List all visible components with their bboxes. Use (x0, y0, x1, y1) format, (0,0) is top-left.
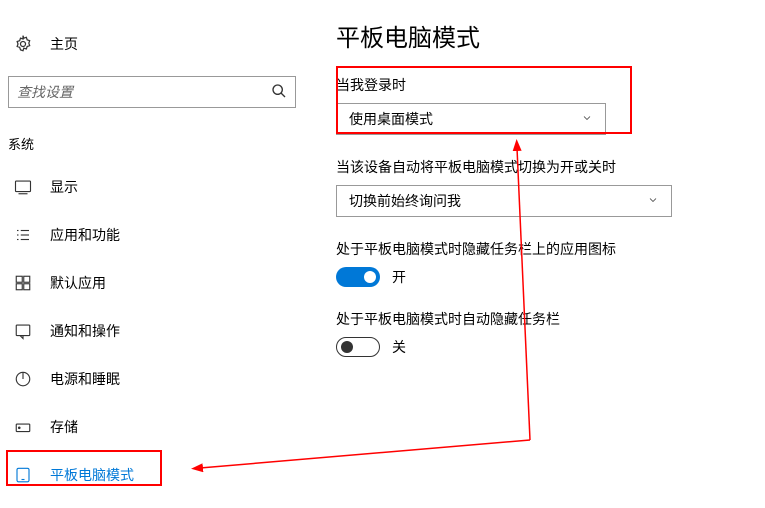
gear-icon (12, 34, 34, 54)
auto-switch-select[interactable]: 切换前始终询问我 (336, 185, 672, 217)
sidebar-item-notifications[interactable]: 通知和操作 (0, 307, 316, 355)
section-label-system: 系统 (0, 126, 316, 163)
sidebar-item-label: 默认应用 (50, 273, 106, 293)
hide-icons-group: 处于平板电脑模式时隐藏任务栏上的应用图标 开 (336, 239, 746, 287)
power-icon (12, 370, 34, 388)
hide-icons-label: 处于平板电脑模式时隐藏任务栏上的应用图标 (336, 239, 746, 259)
sidebar-item-label: 平板电脑模式 (50, 465, 134, 485)
search-icon (271, 83, 287, 102)
sidebar-item-apps[interactable]: 应用和功能 (0, 211, 316, 259)
select-value: 使用桌面模式 (349, 109, 433, 129)
home-label: 主页 (50, 34, 78, 54)
sidebar-item-default-apps[interactable]: 默认应用 (0, 259, 316, 307)
settings-main-panel: 平板电脑模式 当我登录时 使用桌面模式 当该设备自动将平板电脑模式切换为开或关时… (336, 18, 746, 379)
sidebar-item-label: 通知和操作 (50, 321, 120, 341)
storage-icon (12, 418, 34, 436)
hide-taskbar-toggle[interactable] (336, 337, 380, 357)
hide-taskbar-group: 处于平板电脑模式时自动隐藏任务栏 关 (336, 309, 746, 357)
settings-sidebar: 主页 系统 显示 应用和功能 (0, 0, 316, 499)
chevron-down-icon (581, 111, 593, 127)
hide-icons-toggle[interactable] (336, 267, 380, 287)
sidebar-item-label: 存储 (50, 417, 78, 437)
sidebar-item-label: 电源和睡眠 (50, 369, 120, 389)
select-value: 切换前始终询问我 (349, 191, 461, 211)
grid-icon (12, 274, 34, 292)
signin-behavior-group: 当我登录时 使用桌面模式 (336, 75, 746, 135)
home-nav-item[interactable]: 主页 (0, 24, 316, 64)
sidebar-item-storage[interactable]: 存储 (0, 403, 316, 451)
signin-behavior-label: 当我登录时 (336, 75, 746, 95)
search-input-field[interactable] (17, 84, 271, 100)
sidebar-item-power[interactable]: 电源和睡眠 (0, 355, 316, 403)
sidebar-item-label: 显示 (50, 177, 78, 197)
chevron-down-icon (647, 193, 659, 209)
hide-taskbar-label: 处于平板电脑模式时自动隐藏任务栏 (336, 309, 746, 329)
page-title: 平板电脑模式 (336, 18, 746, 53)
auto-switch-label: 当该设备自动将平板电脑模式切换为开或关时 (336, 157, 746, 177)
sidebar-item-display[interactable]: 显示 (0, 163, 316, 211)
sidebar-item-tablet-mode[interactable]: 平板电脑模式 (0, 451, 316, 499)
toggle-state-label: 开 (392, 267, 406, 287)
list-icon (12, 226, 34, 244)
signin-behavior-select[interactable]: 使用桌面模式 (336, 103, 606, 135)
toggle-state-label: 关 (392, 337, 406, 357)
search-settings-input[interactable] (8, 76, 296, 108)
monitor-icon (12, 178, 34, 196)
notification-icon (12, 322, 34, 340)
tablet-icon (12, 466, 34, 484)
sidebar-item-label: 应用和功能 (50, 225, 120, 245)
auto-switch-group: 当该设备自动将平板电脑模式切换为开或关时 切换前始终询问我 (336, 157, 746, 217)
